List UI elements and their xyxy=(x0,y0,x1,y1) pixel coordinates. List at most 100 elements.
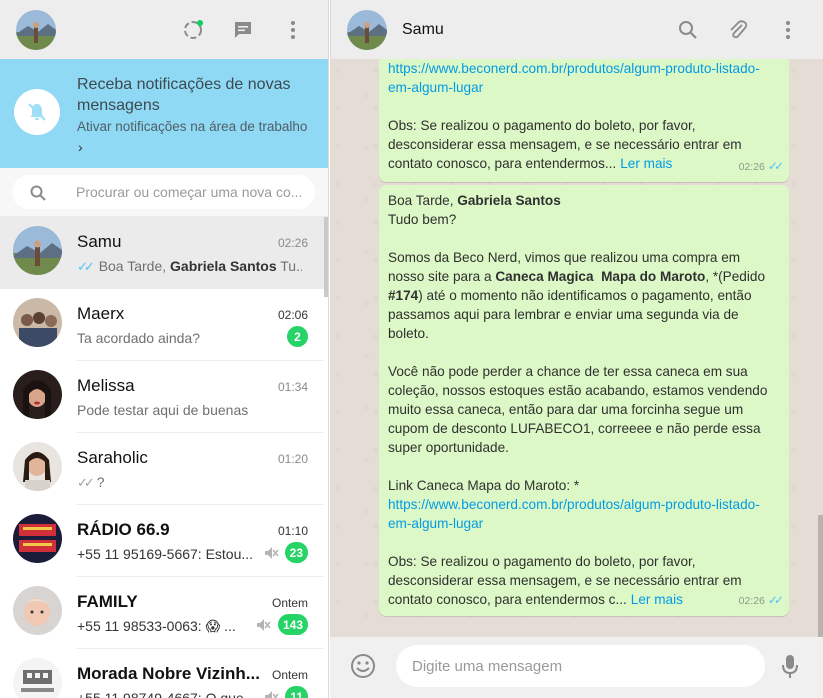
new-chat-icon[interactable] xyxy=(230,17,256,43)
chat-preview: Ta acordado ainda? xyxy=(77,330,200,346)
preview-suffix: Tu... xyxy=(280,258,302,274)
menu-icon[interactable] xyxy=(280,17,306,43)
chat-preview: +55 11 98749-4667: O que... xyxy=(77,690,256,698)
conversation-pane: Samu https://www.beconerd.com.br/produto… xyxy=(330,0,823,698)
message-line2: Tudo bem? xyxy=(388,212,457,227)
search-bar xyxy=(0,168,328,217)
chat-time: Ontem xyxy=(271,596,308,610)
message-product: Caneca Magica Mapa do Maroto xyxy=(495,269,706,284)
chat-preview: +55 11 95169-5667: Estou... xyxy=(77,546,254,562)
chat-list-pane: Receba notificações de novas mensagens A… xyxy=(0,0,329,698)
search-icon[interactable] xyxy=(675,17,701,43)
avatar xyxy=(13,370,62,419)
unread-badge: 143 xyxy=(277,614,308,635)
search-input[interactable] xyxy=(76,175,306,209)
chevron-right-icon[interactable]: › xyxy=(78,139,83,155)
message-order: #174 xyxy=(388,288,419,303)
chat-time: 02:26 xyxy=(277,236,308,250)
message-body: Obs: Se realizou o pagamento do boleto, … xyxy=(388,554,746,607)
chat-item-family[interactable]: FAMILY Ontem +55 11 98533-0063: 😱 ... 14… xyxy=(0,577,324,649)
chat-name: FAMILY xyxy=(77,592,138,611)
contact-avatar-image xyxy=(347,10,387,50)
message-link-label: Link Caneca Mapa do Maroto: * xyxy=(388,478,580,493)
message-greeting: Boa Tarde, xyxy=(388,193,458,208)
message-bubble: https://www.beconerd.com.br/produtos/alg… xyxy=(379,59,789,182)
chat-item-maerx[interactable]: Maerx 02:06 Ta acordado ainda? 2 xyxy=(0,289,324,361)
chat-name: Maerx xyxy=(77,304,125,323)
menu-icon[interactable] xyxy=(775,17,801,43)
unread-badge: 2 xyxy=(287,326,308,347)
muted-icon xyxy=(265,547,279,559)
avatar xyxy=(13,442,62,491)
notification-subtitle[interactable]: Ativar notificações na área de trabalho xyxy=(77,118,322,136)
unread-badge: 23 xyxy=(284,542,308,563)
message-link[interactable]: https://www.beconerd.com.br/produtos/alg… xyxy=(388,61,760,95)
composer xyxy=(330,637,823,698)
chat-name: RÁDIO 66.9 xyxy=(77,520,170,539)
message-area: https://www.beconerd.com.br/produtos/alg… xyxy=(330,59,823,637)
read-receipt-icon: ✓✓ xyxy=(767,159,784,173)
contact-name[interactable]: Samu xyxy=(402,21,444,39)
message-body: Obs: Se realizou o pagamento do boleto, … xyxy=(388,118,746,171)
message-input[interactable] xyxy=(396,645,765,687)
message-meta: 02:26 ✓✓ xyxy=(738,591,784,611)
search-box xyxy=(12,175,315,209)
chat-name: Saraholic xyxy=(77,448,148,467)
avatar xyxy=(13,226,62,275)
chat-time: 01:20 xyxy=(277,452,308,466)
chat-time: Ontem xyxy=(271,668,308,682)
conversation-header[interactable]: Samu xyxy=(330,0,823,59)
message-time: 02:26 xyxy=(738,595,765,607)
preview-text: ? xyxy=(96,474,105,490)
message-bubble: Boa Tarde, Gabriela Santos Tudo bem? Som… xyxy=(379,185,789,616)
chat-item-saraholic[interactable]: Saraholic 01:20 ✓✓? xyxy=(0,433,324,505)
chat-item-melissa[interactable]: Melissa 01:34 Pode testar aqui de buenas xyxy=(0,361,324,433)
search-icon xyxy=(30,185,46,201)
mic-icon[interactable] xyxy=(780,653,800,679)
notification-muted-icon xyxy=(14,89,60,135)
chat-name: Samu xyxy=(77,232,122,251)
message-p1b: , *(Pedido xyxy=(705,269,769,284)
read-receipt-icon: ✓✓ xyxy=(767,593,784,607)
chat-time: 02:06 xyxy=(277,308,308,322)
avatar xyxy=(13,658,62,698)
read-receipt-icon: ✓✓ xyxy=(77,259,95,274)
notification-banner[interactable]: Receba notificações de novas mensagens A… xyxy=(0,59,328,168)
avatar xyxy=(13,298,62,347)
profile-avatar[interactable] xyxy=(16,10,56,50)
message-time: 02:26 xyxy=(738,161,765,173)
chat-item-radio[interactable]: RÁDIO 66.9 01:10 +55 11 95169-5667: Esto… xyxy=(0,505,324,577)
unread-badge: 11 xyxy=(285,686,308,698)
left-header xyxy=(0,0,328,59)
attach-icon[interactable] xyxy=(725,17,751,43)
chat-item-samu[interactable]: Samu 02:26 ✓✓ Boa Tarde, Gabriela Santos… xyxy=(0,217,324,289)
chat-preview: ✓✓ Boa Tarde, Gabriela Santos Tu... xyxy=(77,258,302,275)
chat-time: 01:34 xyxy=(277,380,308,394)
message-greeting-name: Gabriela Santos xyxy=(457,193,561,208)
chat-name: Melissa xyxy=(77,376,135,395)
message-meta: 02:26 ✓✓ xyxy=(738,157,784,177)
preview-bold: Gabriela Santos xyxy=(170,258,277,274)
preview-prefix: Boa Tarde, xyxy=(98,258,171,274)
status-icon[interactable] xyxy=(180,17,206,43)
message-scrollbar[interactable] xyxy=(818,515,823,637)
muted-icon xyxy=(257,619,271,631)
chat-list: Samu 02:26 ✓✓ Boa Tarde, Gabriela Santos… xyxy=(0,217,328,698)
chat-preview: Pode testar aqui de buenas xyxy=(77,402,249,418)
chat-name: Morada Nobre Vizinh... xyxy=(77,664,260,683)
message-p2: Você não pode perder a chance de ter ess… xyxy=(388,364,772,455)
message-link[interactable]: https://www.beconerd.com.br/produtos/alg… xyxy=(388,497,760,531)
read-more-link[interactable]: Ler mais xyxy=(620,156,672,171)
chat-list-scrollbar[interactable] xyxy=(324,217,328,297)
notification-title: Receba notificações de novas mensagens xyxy=(77,76,291,114)
read-more-link[interactable]: Ler mais xyxy=(631,592,683,607)
chat-preview: +55 11 98533-0063: 😱 ... xyxy=(77,618,236,634)
chat-time: 01:10 xyxy=(277,524,308,538)
chat-preview: ✓✓? xyxy=(77,474,302,491)
emoji-icon[interactable] xyxy=(350,653,376,679)
profile-avatar-image xyxy=(16,10,56,50)
message-p1c: ) até o momento não identificamos o paga… xyxy=(388,288,756,341)
contact-avatar[interactable] xyxy=(347,10,387,50)
chat-item-morada[interactable]: Morada Nobre Vizinh... Ontem +55 11 9874… xyxy=(0,649,324,698)
avatar xyxy=(13,586,62,635)
